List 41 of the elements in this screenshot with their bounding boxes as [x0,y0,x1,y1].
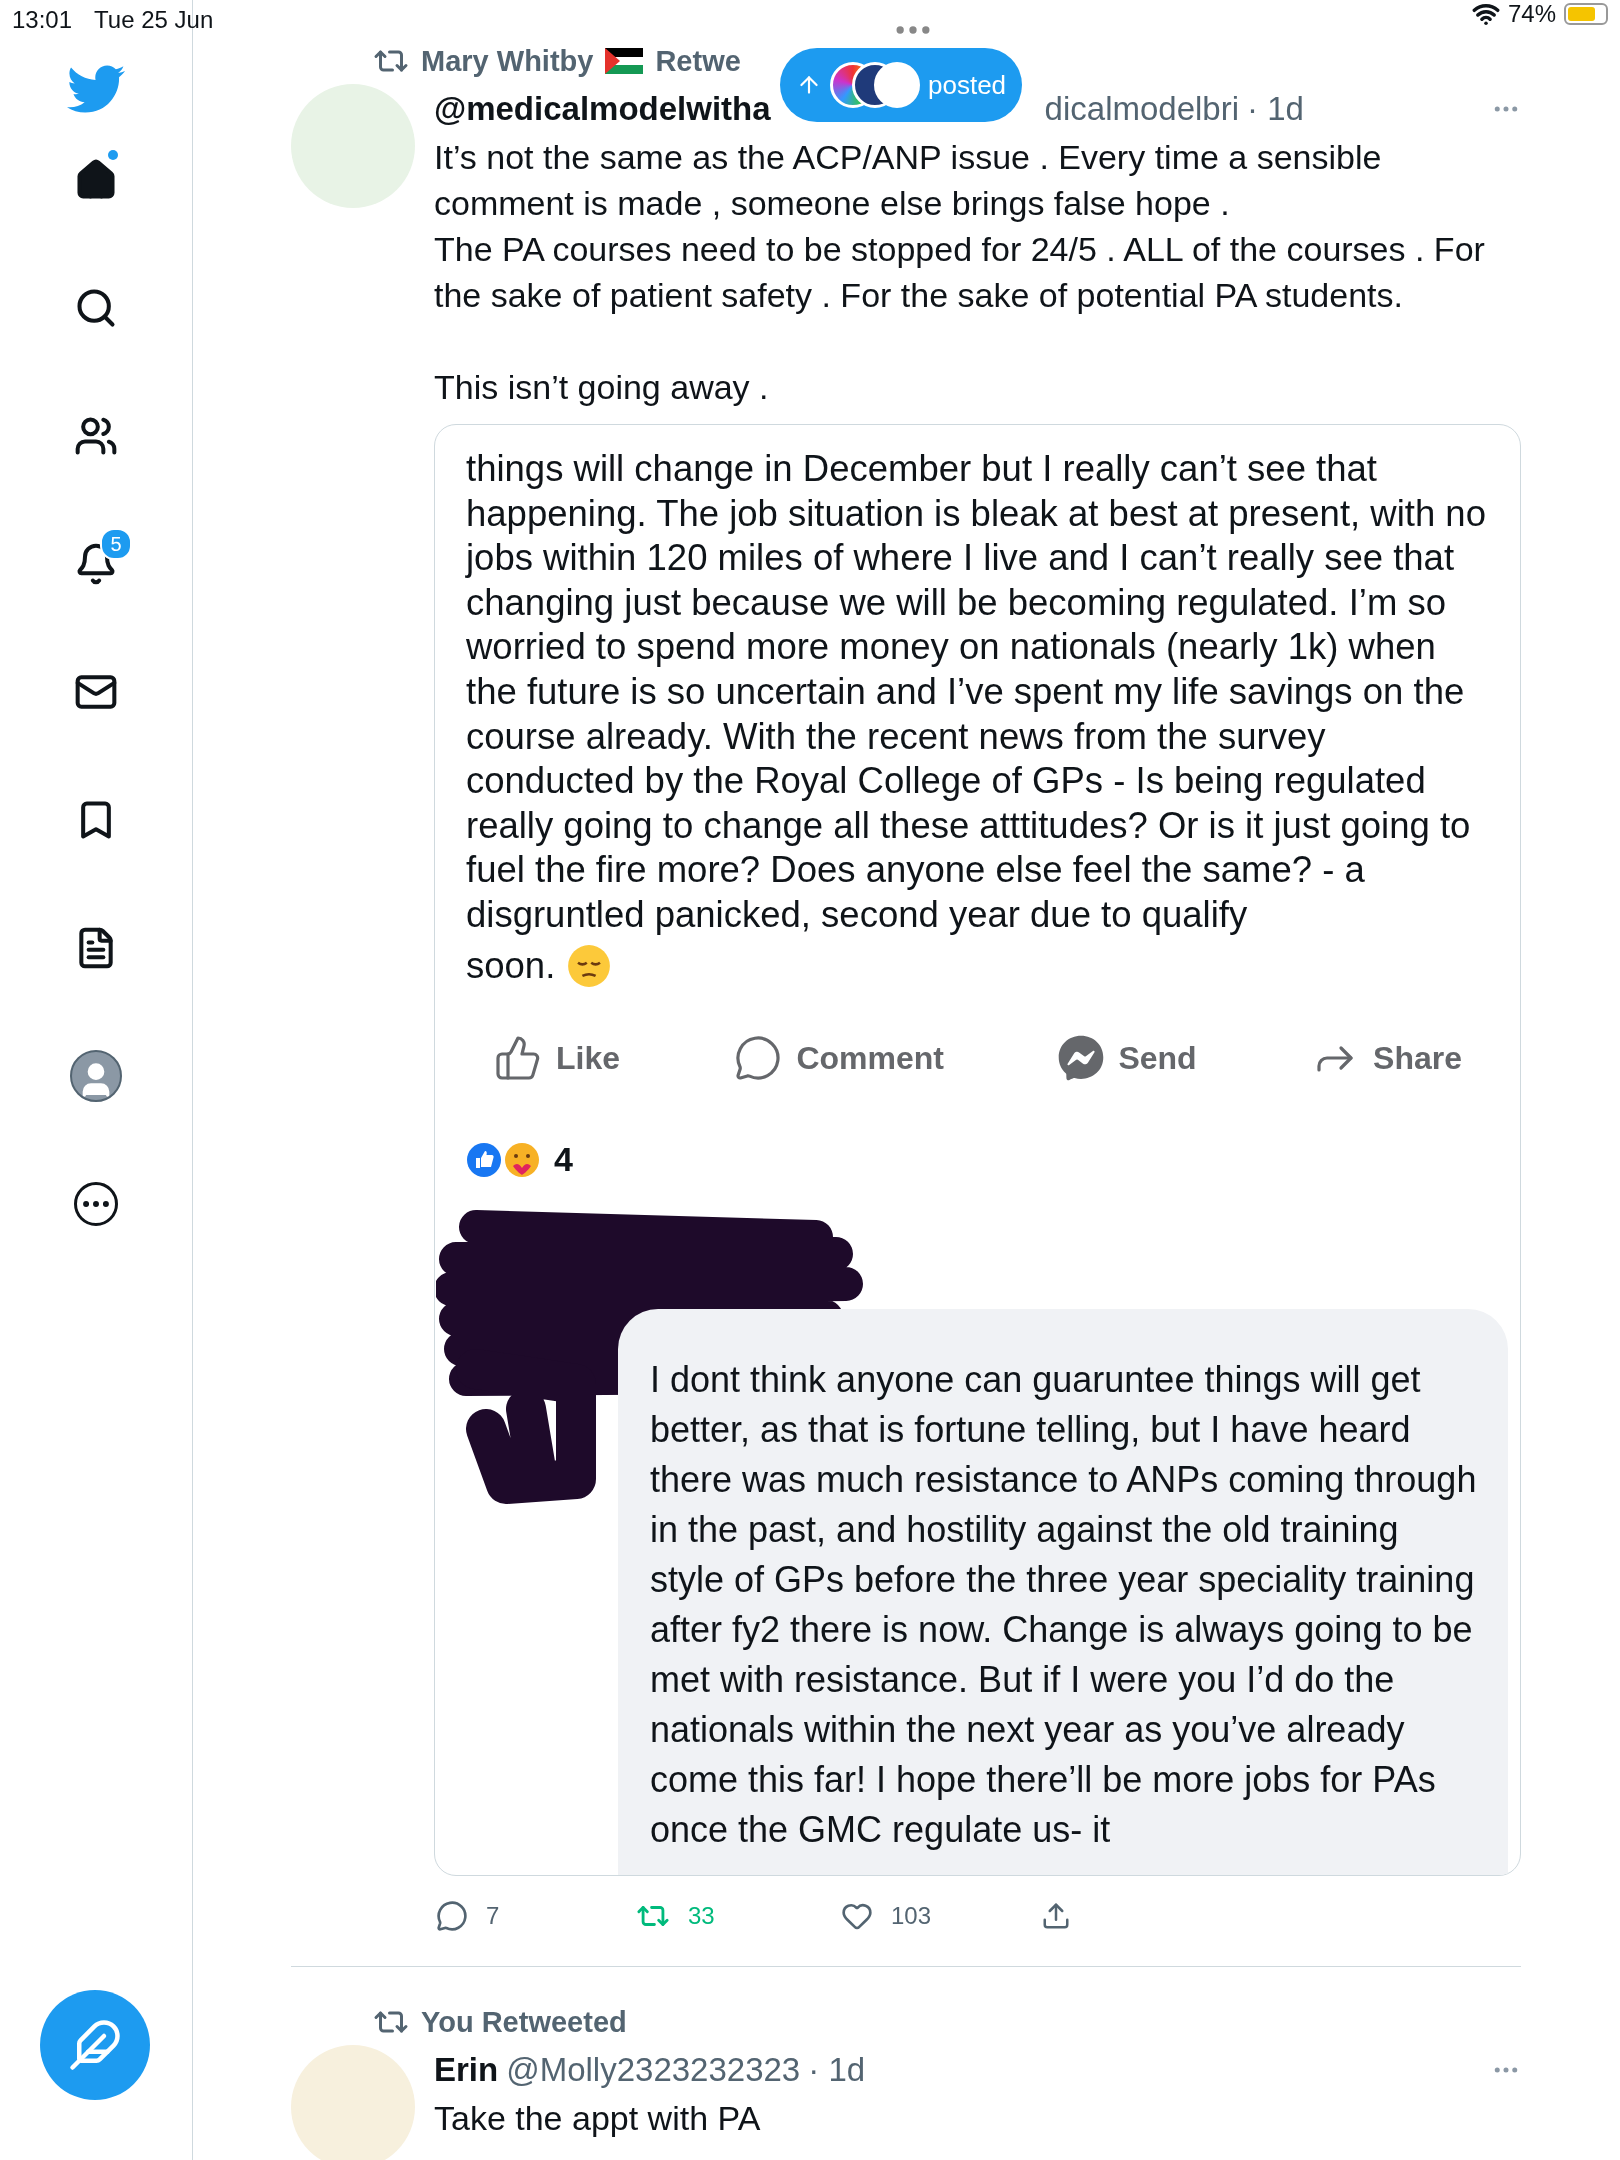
post-text-end: soon. [466,943,556,988]
retweet-context[interactable]: You Retweeted [421,2005,627,2039]
tweet-text: Take the appt with PA [434,2098,762,2140]
pensive-face-icon [567,943,612,988]
comment-text: I dont think anyone can guaruntee things will get better, as that is fortune telling, but I have heard there was much resistance to ANPs coming through in the past, and hostility against the old training style of GPs before the three year speciality training after fy2 there is now. Change is always going to be met with resistance. But if I were you I’d do the nationals within the next year as you’ve already come this far! I hope there’ll be more jobs for PAs once the GMC regulate us- it [618,1309,1508,1876]
author-name[interactable]: Erin [434,2051,499,2090]
battery-percentage: 74% [1507,0,1556,28]
send-button[interactable]: Send [1050,1026,1205,1091]
feather-plus-icon [68,2018,122,2072]
pill-label: posted [928,69,1007,101]
care-reaction-icon [504,1141,540,1178]
battery-icon [1564,3,1608,25]
profile-avatar [70,1050,122,1102]
thumbs-up-icon [494,1034,542,1083]
post-time: · 1d [808,2051,866,2090]
like-reaction-icon [466,1141,502,1178]
post-time: · 1d [1247,90,1304,128]
reply-icon [436,1900,468,1933]
author-handle[interactable]: dicalmodelbri [1044,90,1240,128]
author-name[interactable]: @medicalmodelwitha [434,90,771,128]
more-icon [74,1182,118,1226]
retweet-context-label: Retwe [655,44,741,78]
share-button[interactable]: Share [1303,1026,1470,1091]
home-icon [74,158,118,202]
like-button[interactable]: Like [486,1026,629,1091]
status-date: Tue 25 Jun [94,6,214,34]
search-icon [74,286,118,330]
upload-icon [1041,1901,1071,1932]
messenger-icon [1058,1035,1105,1082]
retweet-context[interactable]: Mary Whitby [421,44,594,78]
author-handle[interactable]: @Molly2323232323 [506,2051,801,2090]
tweet-text: It’s not the same as the ACP/ANP issue . Every time a sensible comment is made , someone else brings false hope . The PA courses need to be stopped for 24/5 . ALL of the courses . For the sake of patient safety . For the sake of potential PA students. This isn’t going away . [434,137,1486,408]
comment-button[interactable]: Comment [726,1026,952,1091]
mini-avatar [874,62,920,108]
attached-screenshot[interactable] [434,424,1521,1877]
status-time: 13:01 [12,6,73,34]
notification-badge: 5 [100,528,132,560]
reply-count-button[interactable]: 7 [436,1900,636,1933]
reaction-count[interactable]: 4 [554,1140,573,1180]
speech-bubble-icon [734,1034,783,1083]
like-count-button[interactable]: 103 [841,1900,1041,1933]
